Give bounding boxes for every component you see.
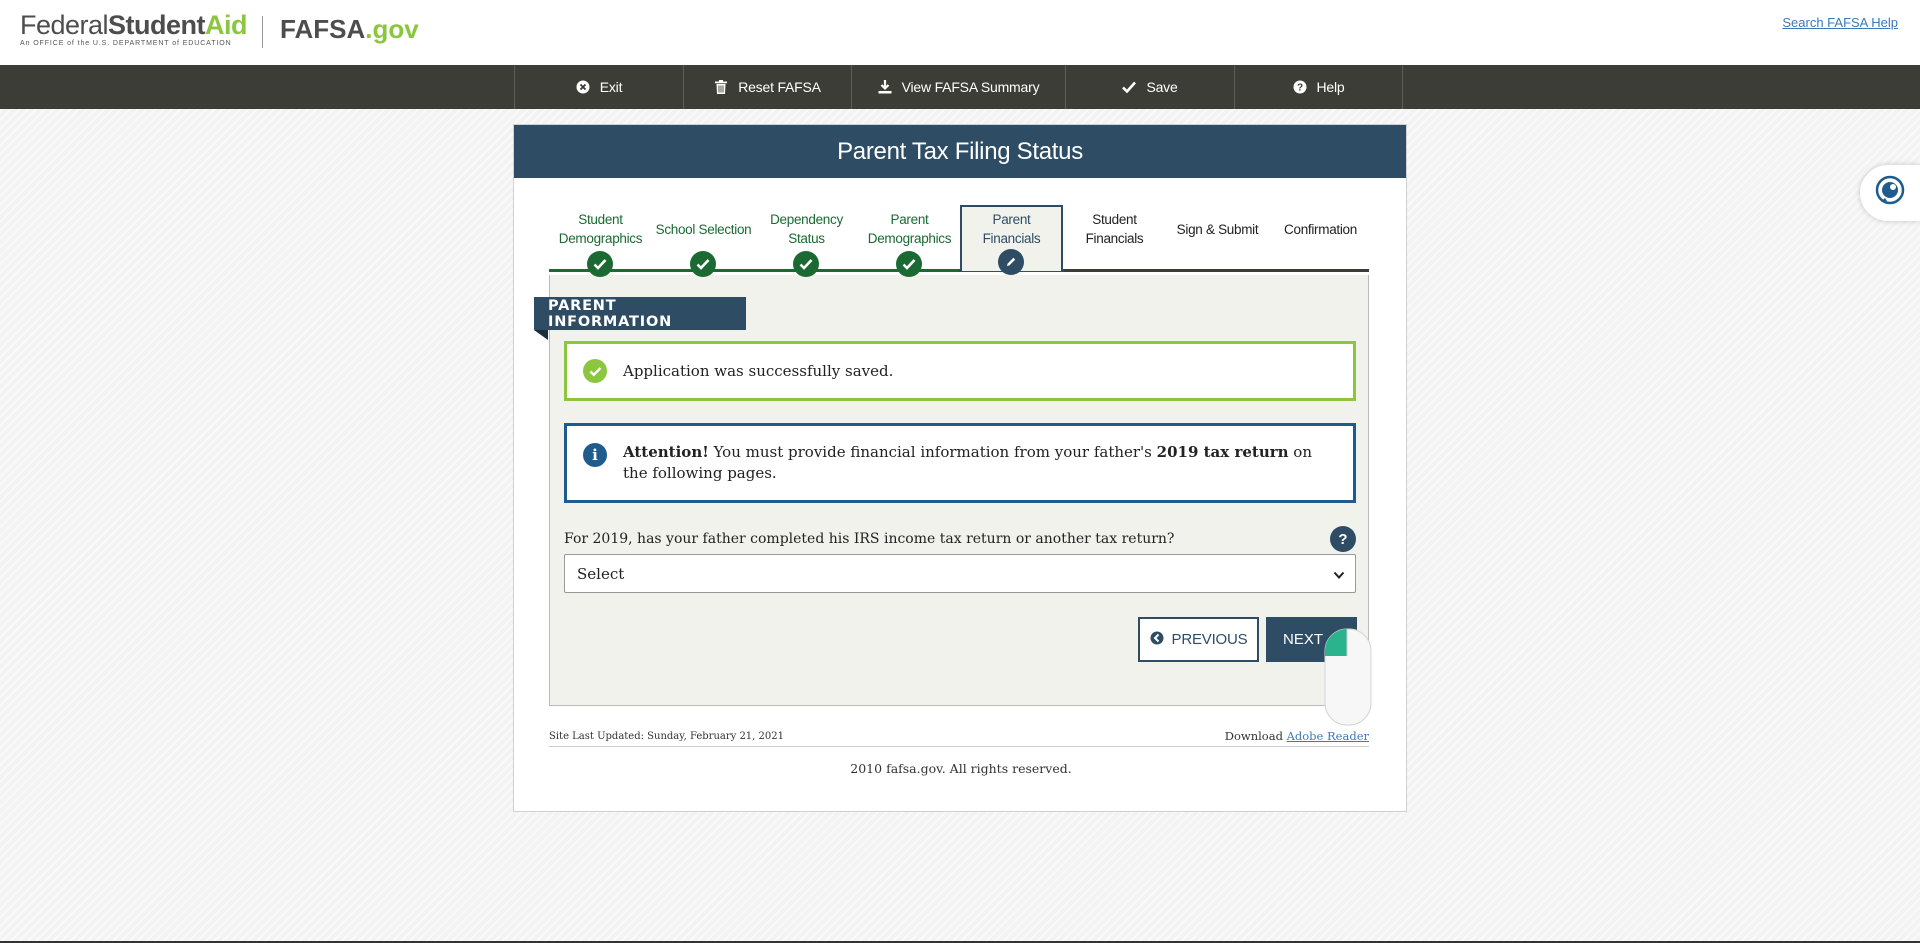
page-title: Parent Tax Filing Status <box>514 125 1406 178</box>
question-help-button[interactable]: ? <box>1330 526 1356 552</box>
checkmark-icon <box>1122 80 1137 94</box>
save-button[interactable]: Save <box>1065 65 1234 109</box>
download-reader: Download Adobe Reader <box>1224 729 1369 743</box>
tax-return-question: For 2019, has your father completed his … <box>564 531 1175 547</box>
step-school-selection[interactable]: School Selection <box>652 207 755 277</box>
fafsa-logo-text: FAFSA.gov <box>280 14 419 44</box>
site-last-updated: Site Last Updated: Sunday, February 21, … <box>549 731 784 742</box>
footer-meta: Site Last Updated: Sunday, February 21, … <box>549 727 1369 747</box>
arrow-left-circle-icon <box>1150 631 1164 649</box>
info-icon: i <box>583 443 607 467</box>
step-parent-financials[interactable]: Parent Financials <box>960 205 1063 275</box>
toolbar: Exit Reset FAFSA View FAFSA Summary Save… <box>0 65 1920 109</box>
chat-bubble-icon <box>1873 174 1907 213</box>
check-icon <box>896 251 922 277</box>
fsa-logo-text: FederalStudentAid <box>20 10 248 40</box>
chat-button[interactable] <box>1860 165 1920 221</box>
svg-text:?: ? <box>1297 83 1303 94</box>
help-button[interactable]: ? Help <box>1234 65 1403 109</box>
previous-button[interactable]: PREVIOUS <box>1138 617 1259 662</box>
reset-fafsa-button[interactable]: Reset FAFSA <box>683 65 851 109</box>
step-parent-demographics[interactable]: Parent Demographics <box>858 207 961 277</box>
view-fafsa-summary-button[interactable]: View FAFSA Summary <box>851 65 1065 109</box>
step-student-financials[interactable]: Student Financials <box>1063 207 1166 277</box>
chevron-down-icon <box>1333 567 1345 585</box>
close-circle-icon <box>576 80 590 94</box>
site-header: FederalStudentAid An OFFICE of the U.S. … <box>0 0 1920 65</box>
search-fafsa-help-link[interactable]: Search FAFSA Help <box>1782 15 1898 30</box>
section-tag-fold <box>534 330 548 340</box>
logo-subtitle: An OFFICE of the U.S. DEPARTMENT of EDUC… <box>20 40 232 47</box>
adobe-reader-link[interactable]: Adobe Reader <box>1287 729 1369 743</box>
tax-return-status-select[interactable]: Select <box>564 554 1356 593</box>
check-icon <box>690 251 716 277</box>
logo-divider <box>262 16 263 48</box>
copyright: 2010 fafsa.gov. All rights reserved. <box>850 761 1072 776</box>
step-student-demographics[interactable]: Student Demographics <box>549 207 652 277</box>
pencil-icon <box>998 249 1024 275</box>
question-circle-icon: ? <box>1293 80 1307 94</box>
success-message: Application was successfully saved. <box>564 341 1356 401</box>
attention-text: Attention! You must provide financial in… <box>623 443 1312 482</box>
check-icon <box>793 251 819 277</box>
step-navigator: Student Demographics School Selection De… <box>549 205 1372 277</box>
step-confirmation[interactable]: Confirmation <box>1269 207 1372 277</box>
success-check-icon <box>583 359 607 383</box>
check-icon <box>587 251 613 277</box>
step-sign-submit[interactable]: Sign & Submit <box>1166 207 1269 277</box>
trash-icon <box>714 80 728 94</box>
download-icon <box>878 80 892 94</box>
step-dependency-status[interactable]: Dependency Status <box>755 207 858 277</box>
section-tag: PARENT INFORMATION <box>534 297 746 330</box>
exit-button[interactable]: Exit <box>514 65 683 109</box>
mouse-cursor-icon <box>1324 628 1372 726</box>
attention-message: i Attention! You must provide financial … <box>564 423 1356 503</box>
